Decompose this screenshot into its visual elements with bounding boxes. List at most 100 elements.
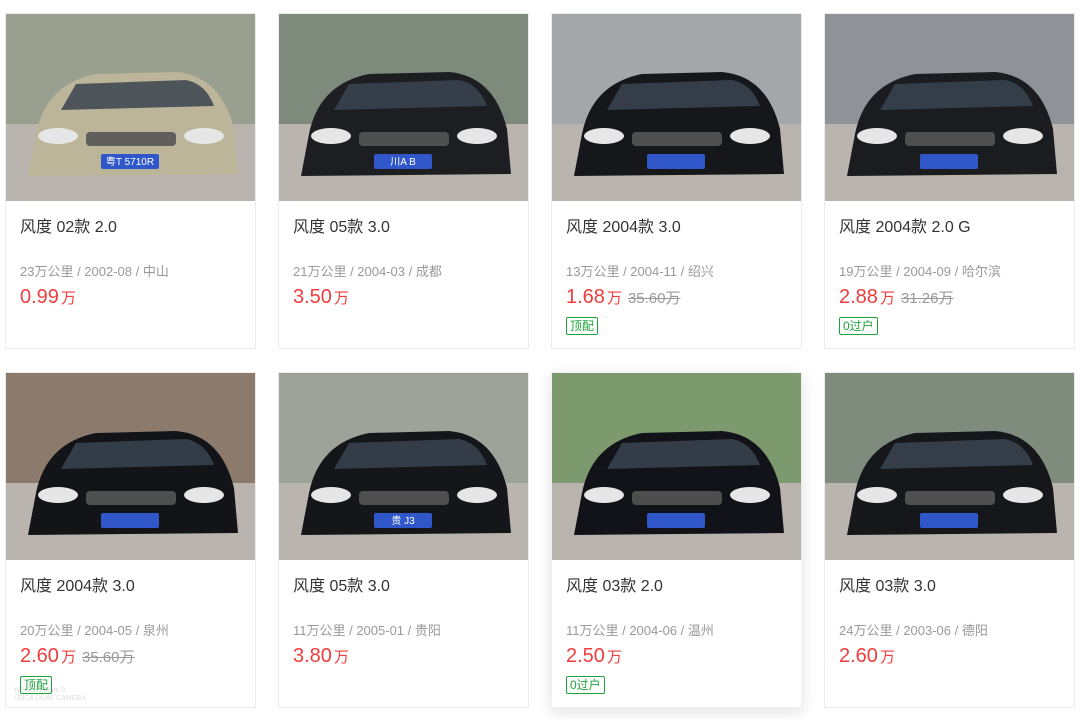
price-unit: 万 (333, 649, 349, 666)
car-card-5[interactable]: HUAWEI Mate 9 LEICA DUAL CAMERA 风度 2004款 … (5, 372, 256, 708)
price-row: 3.50 万 (293, 286, 349, 309)
car-price: 2.50 (566, 645, 605, 667)
car-title[interactable]: 风度 02款 2.0 (20, 213, 117, 237)
headlight-right (1003, 487, 1043, 503)
car-title[interactable]: 风度 2004款 2.0 G (839, 213, 971, 237)
price-row: 0.99 万 (20, 286, 76, 309)
license-plate (647, 513, 705, 528)
price-unit: 万 (333, 290, 349, 307)
car-photo[interactable]: 粤T 5710R (6, 14, 255, 201)
car-photo[interactable] (825, 373, 1074, 560)
price-unit: 万 (606, 649, 622, 666)
windshield (880, 439, 1033, 469)
price-unit: 万 (879, 290, 895, 307)
price-row: 2.88 万 31.26万 (839, 286, 954, 309)
car-meta: 13万公里 / 2004-11 / 绍兴 (566, 264, 714, 279)
license-plate-text: 川A B (390, 157, 416, 168)
car-title[interactable]: 风度 2004款 3.0 (20, 572, 135, 596)
car-meta: 19万公里 / 2004-09 / 哈尔滨 (839, 264, 1001, 279)
license-plate-text: 粤T 5710R (106, 155, 154, 168)
car-photo[interactable] (825, 14, 1074, 201)
car-photo[interactable] (6, 373, 255, 560)
headlight-right (730, 128, 770, 144)
windshield (607, 80, 760, 110)
windshield (880, 80, 1033, 110)
car-meta: 21万公里 / 2004-03 / 成都 (293, 264, 442, 279)
car-photo[interactable] (552, 14, 801, 201)
license-plate (920, 154, 978, 169)
car-card-4[interactable]: 风度 2004款 2.0 G 19万公里 / 2004-09 / 哈尔滨 2.8… (824, 13, 1075, 349)
car-meta: 11万公里 / 2005-01 / 贵阳 (293, 623, 441, 638)
headlight-left (857, 128, 897, 144)
car-price: 1.68 (566, 286, 605, 308)
headlight-right (184, 128, 224, 144)
car-price: 3.50 (293, 286, 332, 308)
price-unit: 万 (606, 290, 622, 307)
original-price: 31.26万 (900, 290, 954, 307)
headlight-left (584, 128, 624, 144)
headlight-left (38, 487, 78, 503)
car-photo[interactable]: 贵 J3 (279, 373, 528, 560)
grille (632, 491, 722, 505)
license-plate (101, 513, 159, 528)
car-card-6[interactable]: 贵 J3 风度 05款 3.0 11万公里 / 2005-01 / 贵阳 3.8… (278, 372, 529, 708)
grille (86, 491, 176, 505)
license-plate-text: 贵 J3 (391, 514, 415, 527)
car-meta: 11万公里 / 2004-06 / 温州 (566, 623, 714, 638)
price-row: 2.60 万 35.60万 (20, 645, 135, 668)
headlight-right (457, 487, 497, 503)
car-meta: 23万公里 / 2002-08 / 中山 (20, 264, 169, 279)
car-title[interactable]: 风度 05款 3.0 (293, 213, 390, 237)
car-card-3[interactable]: 风度 2004款 3.0 13万公里 / 2004-11 / 绍兴 1.68 万 3… (551, 13, 802, 349)
headlight-right (184, 487, 224, 503)
car-card-2[interactable]: 川A B 风度 05款 3.0 21万公里 / 2004-03 / 成都 3.5… (278, 13, 529, 349)
car-meta: 20万公里 / 2004-05 / 泉州 (20, 623, 169, 638)
car-photo[interactable]: 川A B (279, 14, 528, 201)
price-row: 2.50 万 (566, 645, 622, 668)
price-unit: 万 (60, 649, 76, 666)
car-price: 2.60 (20, 645, 59, 667)
car-price: 0.99 (20, 286, 59, 308)
car-card-1[interactable]: 粤T 5710R 风度 02款 2.0 23万公里 / 2002-08 / 中山… (5, 13, 256, 349)
car-price: 3.80 (293, 645, 332, 667)
price-unit: 万 (60, 290, 76, 307)
grille (632, 132, 722, 146)
original-price: 35.60万 (81, 649, 135, 666)
grille (359, 132, 449, 146)
license-plate (647, 154, 705, 169)
price-unit: 万 (879, 649, 895, 666)
feature-tag: 0过户 (839, 317, 878, 335)
headlight-right (1003, 128, 1043, 144)
car-title[interactable]: 风度 03款 2.0 (566, 572, 663, 596)
price-row: 3.80 万 (293, 645, 349, 668)
price-row: 1.68 万 35.60万 (566, 286, 681, 309)
windshield (61, 80, 214, 110)
headlight-left (311, 487, 351, 503)
price-row: 2.60 万 (839, 645, 895, 668)
windshield (334, 439, 487, 469)
car-card-7[interactable]: 风度 03款 2.0 11万公里 / 2004-06 / 温州 2.50 万 0过… (551, 372, 802, 708)
license-plate (920, 513, 978, 528)
car-price: 2.60 (839, 645, 878, 667)
car-title[interactable]: 风度 03款 3.0 (839, 572, 936, 596)
car-price: 2.88 (839, 286, 878, 308)
grille (359, 491, 449, 505)
headlight-left (311, 128, 351, 144)
grille (86, 132, 176, 146)
grille (905, 491, 995, 505)
original-price: 35.60万 (627, 290, 681, 307)
headlight-right (457, 128, 497, 144)
windshield (334, 80, 487, 110)
car-card-8[interactable]: 风度 03款 3.0 24万公里 / 2003-06 / 德阳 2.60 万 (824, 372, 1075, 708)
headlight-left (38, 128, 78, 144)
car-title[interactable]: 风度 05款 3.0 (293, 572, 390, 596)
grille (905, 132, 995, 146)
headlight-left (584, 487, 624, 503)
car-title[interactable]: 风度 2004款 3.0 (566, 213, 681, 237)
feature-tag: 顶配 (20, 676, 53, 694)
headlight-right (730, 487, 770, 503)
windshield (607, 439, 760, 469)
car-photo[interactable] (552, 373, 801, 560)
headlight-left (857, 487, 897, 503)
feature-tag: 0过户 (566, 676, 605, 694)
